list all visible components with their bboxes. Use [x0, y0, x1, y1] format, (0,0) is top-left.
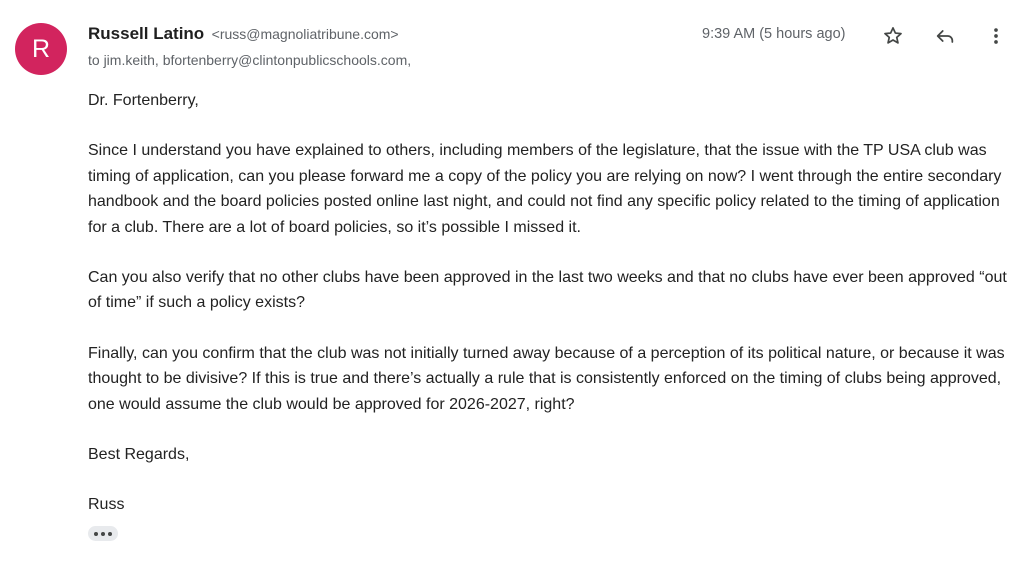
greeting: Dr. Fortenberry,: [88, 92, 199, 109]
avatar[interactable]: R: [15, 23, 67, 75]
sender-line: Russell Latino <russ@magnoliatribune.com…: [88, 24, 399, 44]
show-trimmed-content-button[interactable]: [88, 526, 118, 541]
more-options-button[interactable]: [982, 22, 1010, 50]
sender-email: <russ@magnoliatribune.com>: [211, 26, 399, 42]
email-header: Russell Latino <russ@magnoliatribune.com…: [88, 24, 1004, 74]
body-paragraph: Since I understand you have explained to…: [88, 142, 1002, 236]
body-paragraph: Finally, can you confirm that the club w…: [88, 344, 1005, 413]
reply-icon: [936, 30, 954, 43]
timestamp: 9:39 AM (5 hours ago): [702, 26, 846, 42]
reply-button[interactable]: [931, 22, 959, 50]
email-body: Dr. Fortenberry, Since I understand you …: [88, 88, 1008, 543]
more-vert-icon: [994, 28, 998, 44]
body-paragraph: Can you also verify that no other clubs …: [88, 269, 1007, 312]
sender-name[interactable]: Russell Latino: [88, 24, 204, 43]
avatar-letter: R: [31, 34, 51, 63]
star-button[interactable]: [879, 22, 907, 50]
signature: Russ: [88, 496, 125, 514]
email-view: R Russell Latino <russ@magnoliatribune.c…: [0, 0, 1024, 576]
closing: Best Regards,: [88, 446, 190, 464]
recipients-line[interactable]: to jim.keith, bfortenberry@clintonpublic…: [88, 52, 411, 68]
ellipsis-icon: [93, 531, 113, 536]
star-icon: [884, 27, 902, 44]
